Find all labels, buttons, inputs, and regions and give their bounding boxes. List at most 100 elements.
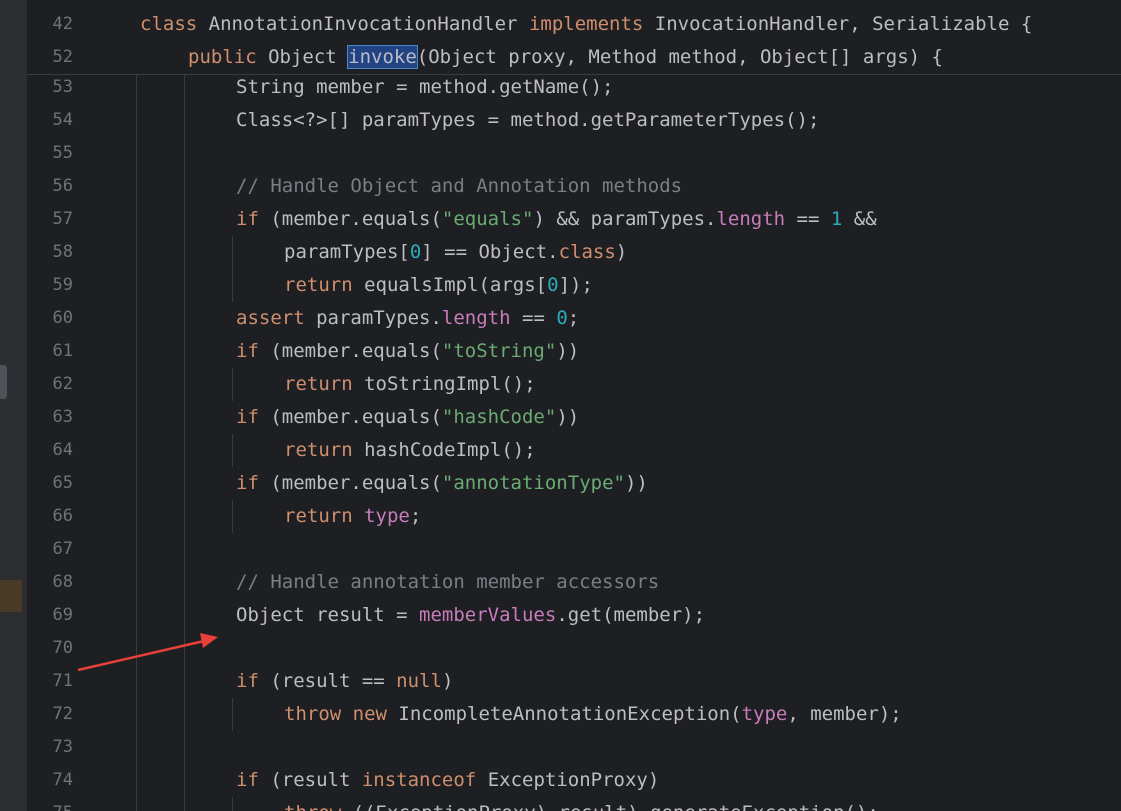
code-text[interactable]: if (result instanceof ExceptionProxy) [236, 764, 659, 797]
code-line[interactable]: 60 assert paramTypes.length == 0; [0, 302, 1121, 335]
code-text[interactable]: assert paramTypes.length == 0; [236, 302, 579, 335]
highlighted-symbol: invoke [347, 45, 418, 69]
code-line[interactable]: 72 throw new IncompleteAnnotationExceptio… [0, 698, 1121, 731]
code-text[interactable]: return toStringImpl(); [284, 368, 536, 401]
line-number: 74 [52, 770, 73, 790]
indent-guide [232, 698, 233, 731]
code-token: type [364, 505, 410, 527]
code-token: ; [409, 505, 422, 527]
code-token: class [140, 13, 209, 35]
code-text[interactable]: if (member.equals("equals") && paramType… [236, 203, 877, 236]
code-text[interactable]: Class<?>[] paramTypes = method.getParame… [236, 104, 819, 137]
code-text[interactable]: if (member.equals("toString")) [236, 335, 579, 368]
code-line[interactable]: 73 [0, 731, 1121, 764]
code-token: return [284, 373, 365, 395]
code-token: && [842, 208, 877, 230]
code-token: throw [284, 802, 353, 811]
code-text[interactable]: throw new IncompleteAnnotationException(… [284, 698, 902, 731]
code-line[interactable]: 57 if (member.equals("equals") && paramTy… [0, 203, 1121, 236]
sticky-header-divider [27, 74, 1121, 75]
code-token: ; [567, 307, 580, 329]
code-line[interactable]: 71 if (result == null) [0, 665, 1121, 698]
code-editor[interactable]: 42 class AnnotationInvocationHandler impl… [0, 0, 1121, 811]
code-text[interactable]: if (member.equals("annotationType")) [236, 467, 648, 500]
code-line[interactable]: 62 return toStringImpl(); [0, 368, 1121, 401]
code-line[interactable]: 70 [0, 632, 1121, 665]
code-token: )) [556, 340, 580, 362]
code-line[interactable]: 68 // Handle annotation member accessors [0, 566, 1121, 599]
code-text[interactable]: return equalsImpl(args[0]); [284, 269, 593, 302]
code-token: ] == Object. [421, 241, 559, 263]
code-token: .get(member); [556, 604, 706, 626]
indent-guide [232, 500, 233, 533]
code-token: ) && paramTypes. [533, 208, 717, 230]
code-token: class [558, 241, 616, 263]
code-text[interactable]: if (member.equals("hashCode")) [236, 401, 579, 434]
code-token: type [741, 703, 788, 725]
code-token: == [510, 307, 557, 329]
code-line[interactable]: 65 if (member.equals("annotationType")) [0, 467, 1121, 500]
code-token: 0 [556, 307, 568, 329]
code-text[interactable]: return hashCodeImpl(); [284, 434, 536, 467]
code-text[interactable]: String member = method.getName(); [236, 71, 614, 104]
code-text[interactable]: throw ((ExceptionProxy) result).generate… [284, 797, 879, 811]
code-line[interactable]: 58 paramTypes[0] == Object.class) [0, 236, 1121, 269]
code-text[interactable]: // Handle Object and Annotation methods [236, 170, 682, 203]
code-line[interactable]: 56 // Handle Object and Annotation method… [0, 170, 1121, 203]
code-line[interactable]: 67 [0, 533, 1121, 566]
code-token: return [284, 274, 365, 296]
code-token: (member.equals( [270, 406, 442, 428]
code-token: 0 [547, 274, 559, 296]
code-token: 0 [409, 241, 422, 263]
code-token: (member.equals( [270, 472, 442, 494]
code-text[interactable]: return type; [284, 500, 421, 533]
code-token: IncompleteAnnotationException( [398, 703, 742, 725]
code-token: assert [236, 307, 317, 329]
code-token: if [236, 472, 271, 494]
code-text[interactable]: Object result = memberValues.get(member)… [236, 599, 705, 632]
code-line[interactable]: 55 [0, 137, 1121, 170]
line-number: 75 [27, 797, 73, 811]
code-token: "annotationType" [441, 472, 625, 494]
code-token: if [236, 340, 271, 362]
code-token: paramTypes. [316, 307, 442, 329]
code-token: ((ExceptionProxy) result).generateExcept… [353, 802, 879, 811]
line-number: 63 [52, 407, 73, 427]
code-token: (member.equals( [270, 208, 442, 230]
code-text[interactable]: paramTypes[0] == Object.class) [284, 236, 627, 269]
indent-guide [184, 75, 185, 811]
code-token: hashCodeImpl(); [364, 439, 536, 461]
code-token: toStringImpl(); [364, 373, 536, 395]
code-line[interactable]: 74 if (result instanceof ExceptionProxy) [0, 764, 1121, 797]
indent-guide [232, 236, 233, 269]
code-token: public [188, 46, 269, 68]
code-token: Class<?>[] paramTypes = method.getParame… [236, 109, 820, 131]
code-token: InvocationHandler, Serializable { [654, 13, 1033, 35]
line-number: 64 [52, 440, 73, 460]
sticky-code-line[interactable]: 42 class AnnotationInvocationHandler impl… [0, 8, 1121, 41]
code-line[interactable]: 64 return hashCodeImpl(); [0, 434, 1121, 467]
code-line[interactable]: 61 if (member.equals("toString")) [0, 335, 1121, 368]
code-line[interactable]: 63 if (member.equals("hashCode")) [0, 401, 1121, 434]
code-text[interactable]: public Object invoke(Object proxy, Metho… [188, 41, 943, 74]
code-line[interactable]: 69 Object result = memberValues.get(membe… [0, 599, 1121, 632]
code-line[interactable]: 53 String member = method.getName(); [0, 71, 1121, 104]
code-text[interactable]: class AnnotationInvocationHandler implem… [140, 8, 1032, 41]
code-token: == [785, 208, 831, 230]
code-text[interactable]: if (result == null) [236, 665, 453, 698]
sticky-code-line[interactable]: 52 public Object invoke(Object proxy, Met… [0, 41, 1121, 74]
code-token: memberValues [419, 604, 557, 626]
line-number: 65 [52, 473, 73, 493]
line-number: 61 [52, 341, 73, 361]
code-token: if [236, 208, 271, 230]
code-line[interactable]: 59 return equalsImpl(args[0]); [0, 269, 1121, 302]
line-number: 70 [52, 638, 73, 658]
line-number: 53 [52, 77, 73, 97]
code-token: throw [284, 703, 353, 725]
line-number: 54 [52, 110, 73, 130]
code-line[interactable]: 75 throw ((ExceptionProxy) result).genera… [0, 797, 1121, 811]
code-line[interactable]: 54 Class<?>[] paramTypes = method.getPara… [0, 104, 1121, 137]
indent-guide [232, 434, 233, 467]
code-text[interactable]: // Handle annotation member accessors [236, 566, 659, 599]
code-line[interactable]: 66 return type; [0, 500, 1121, 533]
